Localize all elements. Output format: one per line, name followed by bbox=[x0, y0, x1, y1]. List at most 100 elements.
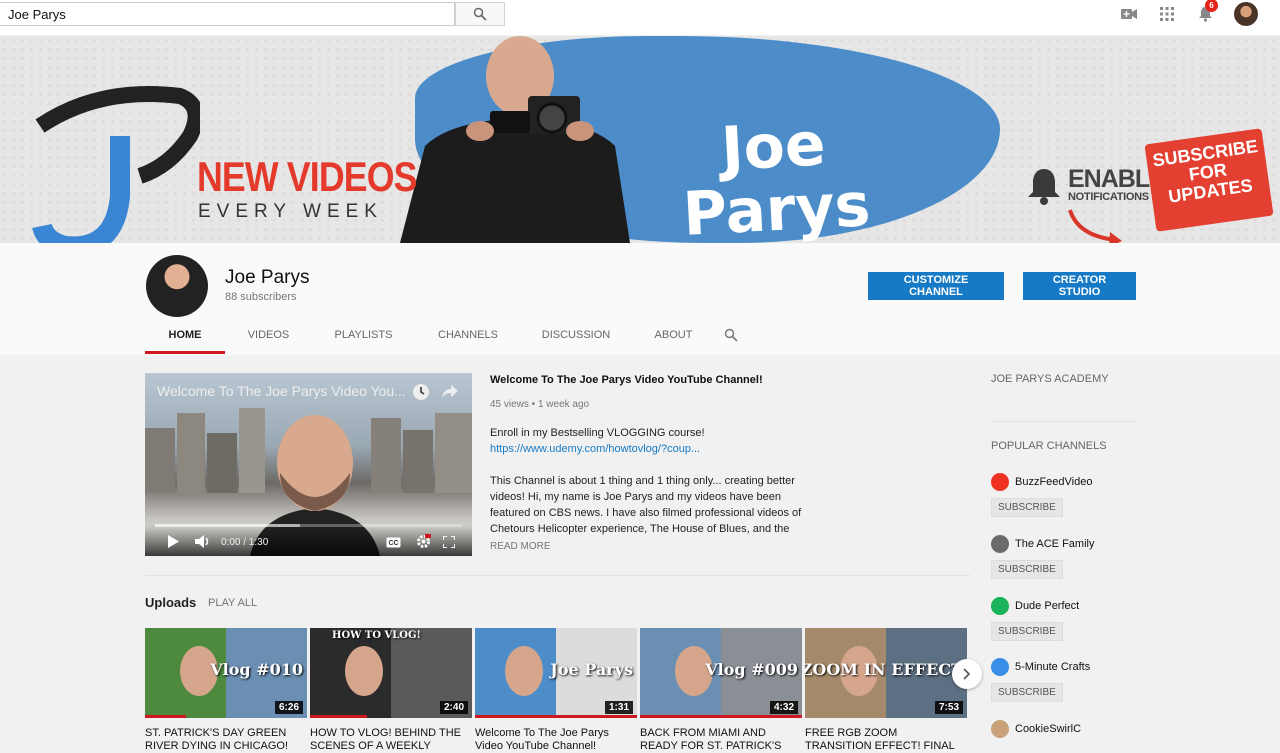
upload-video-card[interactable]: HOW TO VLOG! 2:40 HOW TO VLOG! BEHIND THE S… bbox=[310, 628, 472, 753]
video-title[interactable]: FREE RGB ZOOM TRANSITION EFFECT! FINAL bbox=[805, 727, 967, 753]
tab-home[interactable]: HOME bbox=[145, 320, 225, 354]
video-duration: 4:32 bbox=[769, 701, 798, 714]
creator-studio-button[interactable]: CREATOR STUDIO bbox=[1023, 272, 1136, 300]
captions-icon[interactable]: CC bbox=[386, 537, 401, 548]
share-icon[interactable] bbox=[441, 384, 459, 400]
thumbnail-face bbox=[505, 646, 543, 696]
banner-subscribe-bubble: SUBSCRIBE FOR UPDATES bbox=[1144, 128, 1274, 232]
featured-video-meta: 45 views • 1 week ago bbox=[490, 399, 590, 410]
tab-discussion[interactable]: DISCUSSION bbox=[521, 320, 631, 354]
subscribe-button[interactable]: SUBSCRIBE bbox=[991, 683, 1063, 702]
tab-channels[interactable]: CHANNELS bbox=[415, 320, 521, 354]
tab-playlists[interactable]: PLAYLISTS bbox=[312, 320, 415, 354]
popular-channel-link[interactable]: 5-Minute Crafts bbox=[991, 658, 1090, 676]
popular-channel-link[interactable]: Dude Perfect bbox=[991, 597, 1079, 615]
subscribe-button[interactable]: SUBSCRIBE bbox=[991, 498, 1063, 517]
popular-channel-name: Dude Perfect bbox=[1015, 600, 1080, 612]
channel-logo bbox=[991, 658, 1009, 676]
video-thumbnail[interactable]: Joe Parys 1:31 bbox=[475, 628, 637, 718]
upload-video-card[interactable]: Vlog #009 4:32 BACK FROM MIAMI AND READY FO… bbox=[640, 628, 802, 753]
volume-icon[interactable] bbox=[195, 535, 211, 548]
popular-channel-link[interactable]: The ACE Family bbox=[991, 535, 1094, 553]
player-time: 0:00 / 1:30 bbox=[221, 537, 269, 548]
watch-later-icon[interactable] bbox=[412, 383, 430, 401]
popular-channel-name: The ACE Family bbox=[1015, 538, 1095, 550]
featured-desc-link[interactable]: https://www.udemy.com/howtovlog/?coup... bbox=[490, 441, 810, 457]
video-title[interactable]: Welcome To The Joe Parys Video YouTube Ch… bbox=[475, 727, 637, 753]
video-title-line2: Video YouTube Channel! bbox=[475, 740, 597, 752]
top-bar: 6 bbox=[0, 0, 1280, 35]
customize-channel-button[interactable]: CUSTOMIZE CHANNEL bbox=[868, 272, 1004, 300]
chevron-right-icon bbox=[963, 668, 971, 680]
tab-videos[interactable]: VIDEOS bbox=[225, 320, 312, 354]
play-all-button[interactable]: PLAY ALL bbox=[208, 597, 257, 609]
player-progress-bar[interactable] bbox=[155, 524, 462, 527]
thumbnail-overlay-text: Vlog #010 bbox=[210, 660, 303, 679]
featured-video-info: Welcome To The Joe Parys Video YouTube C… bbox=[490, 373, 810, 555]
upload-video-icon[interactable] bbox=[1120, 5, 1138, 23]
play-icon[interactable] bbox=[167, 535, 179, 548]
banner-enable-line2: NOTIFICATIONS bbox=[1068, 191, 1149, 203]
video-title[interactable]: BACK FROM MIAMI AND READY FOR ST. PATRICK… bbox=[640, 727, 802, 753]
featured-desc-body: This Channel is about 1 thing and 1 thin… bbox=[490, 475, 802, 535]
read-more-link[interactable]: READ MORE bbox=[490, 539, 810, 555]
popular-channel-link[interactable]: CookieSwirlC bbox=[991, 720, 1081, 738]
popular-channel-item: 5-Minute Crafts SUBSCRIBE bbox=[991, 658, 1090, 702]
top-icons: 6 bbox=[1120, 0, 1258, 28]
bell-icon[interactable]: 6 bbox=[1196, 0, 1218, 23]
search-button[interactable] bbox=[455, 2, 505, 26]
channel-avatar[interactable] bbox=[146, 255, 208, 317]
featured-video-player[interactable]: Welcome To The Joe Parys Video You... 0:… bbox=[145, 373, 472, 556]
uploads-heading[interactable]: Uploads bbox=[145, 595, 196, 610]
video-title-line1: FREE RGB ZOOM bbox=[805, 727, 898, 739]
channel-tabs: HOME VIDEOS PLAYLISTS CHANNELS DISCUSSIO… bbox=[145, 320, 746, 354]
search-input[interactable] bbox=[0, 2, 455, 26]
channel-name: Joe Parys bbox=[225, 267, 310, 288]
video-title-line2: RIVER DYING IN CHICAGO! bbox=[145, 740, 289, 752]
thumbnail-overlay-text: HOW TO VLOG! bbox=[332, 630, 421, 641]
settings-gear-icon[interactable] bbox=[416, 534, 431, 549]
svg-text:CC: CC bbox=[388, 540, 398, 547]
channel-sidebar: JOE PARYS ACADEMY POPULAR CHANNELS bbox=[991, 373, 1136, 452]
subscribe-button[interactable]: SUBSCRIBE bbox=[991, 622, 1063, 641]
upload-video-card[interactable]: Joe Parys 1:31 Welcome To The Joe Parys Vid… bbox=[475, 628, 637, 753]
apps-grid-icon[interactable] bbox=[1158, 5, 1176, 23]
upload-video-card[interactable]: Vlog #010 6:26 ST. PATRICK'S DAY GREEN RIVE… bbox=[145, 628, 307, 753]
popular-channel-item: CookieSwirlC bbox=[991, 720, 1081, 738]
player-title[interactable]: Welcome To The Joe Parys Video You... bbox=[157, 383, 407, 399]
upload-video-card[interactable]: ZOOM IN EFFECT 7:53 FREE RGB ZOOM TRANSITIO… bbox=[805, 628, 967, 753]
video-title-line2: SCENES OF A WEEKLY bbox=[310, 740, 431, 752]
search-icon bbox=[724, 328, 738, 342]
popular-channel-name: 5-Minute Crafts bbox=[1015, 661, 1091, 673]
video-title[interactable]: HOW TO VLOG! BEHIND THE SCENES OF A WEEKL… bbox=[310, 727, 472, 753]
video-thumbnail[interactable]: HOW TO VLOG! 2:40 bbox=[310, 628, 472, 718]
video-thumbnail[interactable]: Vlog #009 4:32 bbox=[640, 628, 802, 718]
thumbnail-overlay-text: ZOOM IN EFFECT bbox=[805, 660, 963, 679]
subscriber-count: 88 subscribers bbox=[225, 291, 297, 303]
banner-bell-icon bbox=[1028, 169, 1060, 205]
video-title-line2: READY FOR ST. PATRICK'S bbox=[640, 740, 782, 752]
tab-about[interactable]: ABOUT bbox=[631, 320, 716, 354]
channel-logo bbox=[991, 473, 1009, 491]
video-title[interactable]: ST. PATRICK'S DAY GREEN RIVER DYING IN CH… bbox=[145, 727, 307, 753]
video-duration: 7:53 bbox=[934, 701, 963, 714]
account-avatar[interactable] bbox=[1234, 2, 1258, 26]
channel-header: Joe Parys 88 subscribers CUSTOMIZE CHANN… bbox=[0, 243, 1280, 355]
popular-channel-name: CookieSwirlC bbox=[1015, 723, 1082, 735]
channel-logo bbox=[991, 535, 1009, 553]
shelf-next-button[interactable] bbox=[952, 659, 982, 689]
video-title-line1: HOW TO VLOG! BEHIND THE bbox=[310, 727, 461, 739]
popular-channel-link[interactable]: BuzzFeedVideo bbox=[991, 473, 1092, 491]
video-thumbnail[interactable]: Vlog #010 6:26 bbox=[145, 628, 307, 718]
featured-video-title[interactable]: Welcome To The Joe Parys Video YouTube C… bbox=[490, 373, 810, 387]
channel-banner: NEW VIDEOS EVERY WEEK Joe Parys ENABLE N… bbox=[0, 36, 1280, 243]
thumbnail-face bbox=[345, 646, 383, 696]
featured-channel-academy[interactable]: JOE PARYS ACADEMY bbox=[991, 373, 1136, 385]
fullscreen-icon[interactable] bbox=[443, 536, 455, 548]
thumbnail-overlay-text: Joe Parys bbox=[550, 660, 633, 679]
banner-name-line2: Parys bbox=[681, 170, 872, 243]
player-buffer-bar bbox=[155, 524, 300, 527]
subscribe-button[interactable]: SUBSCRIBE bbox=[991, 560, 1063, 579]
channel-search-button[interactable] bbox=[716, 320, 746, 350]
video-thumbnail[interactable]: ZOOM IN EFFECT 7:53 bbox=[805, 628, 967, 718]
